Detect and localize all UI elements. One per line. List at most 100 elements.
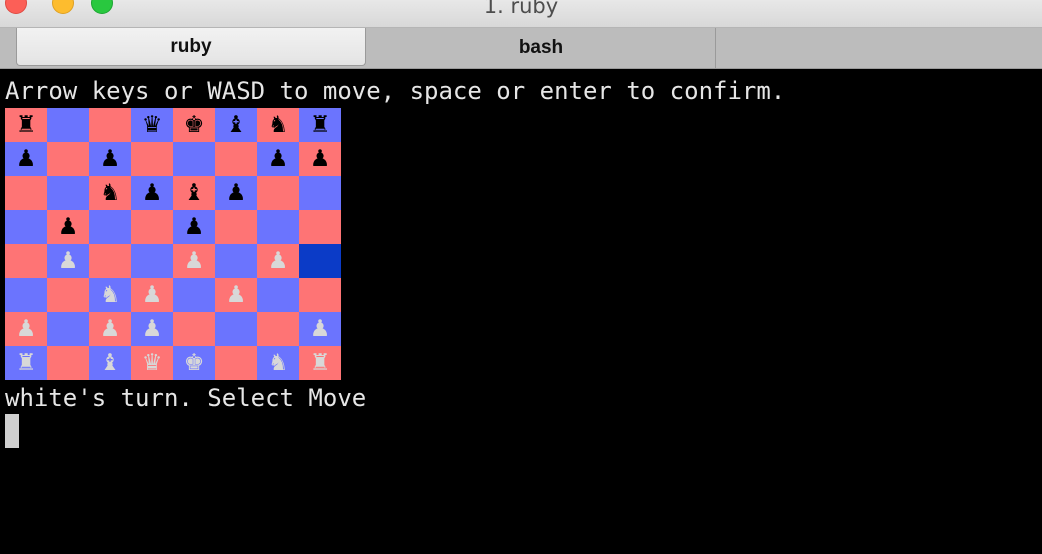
board-square[interactable] [89,210,131,244]
board-square[interactable] [299,176,341,210]
board-square[interactable] [215,142,257,176]
white-king-icon: ♚ [183,350,205,376]
board-square[interactable] [215,312,257,346]
board-square[interactable]: ♟ [131,312,173,346]
board-square[interactable]: ♟ [5,312,47,346]
white-knight-icon: ♞ [267,350,289,376]
board-square[interactable] [5,278,47,312]
board-square[interactable] [47,142,89,176]
board-square[interactable]: ♟ [299,312,341,346]
board-square[interactable] [173,142,215,176]
board-square[interactable]: ♝ [215,108,257,142]
black-bishop-icon: ♝ [225,112,247,138]
board-square[interactable]: ♟ [299,142,341,176]
board-square[interactable] [299,278,341,312]
black-king-icon: ♚ [183,112,205,138]
board-square[interactable] [47,312,89,346]
board-square[interactable] [257,210,299,244]
tab-bar-empty-area [716,28,1042,68]
board-square[interactable]: ♟ [89,312,131,346]
board-square[interactable] [173,278,215,312]
white-pawn-icon: ♟ [183,248,205,274]
black-pawn-icon: ♟ [57,214,79,240]
tab-ruby[interactable]: ruby [16,28,366,66]
window-title: 1. ruby [483,0,559,18]
board-square[interactable] [5,244,47,278]
board-square[interactable] [257,278,299,312]
board-square[interactable]: ♟ [173,244,215,278]
board-square[interactable] [299,244,341,278]
white-pawn-icon: ♟ [309,316,331,342]
white-pawn-icon: ♟ [141,316,163,342]
white-knight-icon: ♞ [99,282,121,308]
black-pawn-icon: ♟ [183,214,205,240]
terminal-cursor [5,414,19,448]
black-rook-icon: ♜ [309,112,331,138]
board-square[interactable] [47,176,89,210]
board-square[interactable] [47,346,89,380]
white-pawn-icon: ♟ [99,316,121,342]
terminal-area[interactable]: Arrow keys or WASD to move, space or ent… [0,69,1042,554]
board-square[interactable] [47,278,89,312]
black-pawn-icon: ♟ [99,146,121,172]
board-square[interactable]: ♛ [131,346,173,380]
board-square[interactable] [89,108,131,142]
board-square[interactable]: ♟ [131,278,173,312]
board-square[interactable]: ♝ [173,176,215,210]
tab-bar: ruby bash [0,28,1042,69]
title-bar: 1. ruby [0,0,1042,28]
board-square[interactable]: ♟ [215,176,257,210]
board-square[interactable] [131,142,173,176]
board-square[interactable]: ♟ [5,142,47,176]
board-square[interactable]: ♜ [5,346,47,380]
board-square[interactable]: ♚ [173,108,215,142]
board-square[interactable] [215,210,257,244]
board-square[interactable]: ♟ [257,142,299,176]
board-square[interactable] [131,244,173,278]
board-square[interactable] [215,244,257,278]
chess-board[interactable]: ♜ ♛ ♚ ♝ ♞ ♜ ♟ ♟ ♟ ♟ ♞ ♟ ♝ ♟ ♟ ♟ ♟ ♟ ♟ ♞ ♟ ♟ ♟ ♟ ♟ ♟ ♜ ♝ ♛ ♚ ♞ ♜ [5,108,341,380]
white-pawn-icon: ♟ [225,282,247,308]
board-square[interactable] [5,210,47,244]
board-square[interactable]: ♜ [299,346,341,380]
board-square[interactable] [173,312,215,346]
board-square[interactable] [47,108,89,142]
black-queen-icon: ♛ [141,112,163,138]
board-square[interactable] [131,210,173,244]
board-square[interactable] [89,244,131,278]
white-pawn-icon: ♟ [267,248,289,274]
board-square[interactable]: ♟ [131,176,173,210]
board-square[interactable] [215,346,257,380]
board-square[interactable]: ♞ [89,278,131,312]
white-pawn-icon: ♟ [57,248,79,274]
board-square[interactable]: ♜ [299,108,341,142]
board-square[interactable]: ♚ [173,346,215,380]
board-square[interactable]: ♟ [173,210,215,244]
white-queen-icon: ♛ [141,350,163,376]
board-square[interactable]: ♛ [131,108,173,142]
black-pawn-icon: ♟ [141,180,163,206]
black-rook-icon: ♜ [15,112,37,138]
board-square[interactable]: ♟ [47,210,89,244]
board-square[interactable] [257,312,299,346]
board-square[interactable]: ♞ [257,108,299,142]
board-square[interactable] [299,210,341,244]
board-square[interactable]: ♜ [5,108,47,142]
board-square[interactable]: ♝ [89,346,131,380]
black-knight-icon: ♞ [267,112,289,138]
board-square[interactable]: ♟ [215,278,257,312]
board-square[interactable] [5,176,47,210]
white-rook-icon: ♜ [15,350,37,376]
board-square[interactable]: ♞ [89,176,131,210]
board-square[interactable]: ♟ [257,244,299,278]
tab-bash[interactable]: bash [367,28,716,68]
board-square[interactable]: ♞ [257,346,299,380]
black-pawn-icon: ♟ [267,146,289,172]
black-pawn-icon: ♟ [225,180,247,206]
board-square[interactable] [257,176,299,210]
board-square[interactable]: ♟ [89,142,131,176]
black-bishop-icon: ♝ [183,180,205,206]
instruction-text: Arrow keys or WASD to move, space or ent… [5,77,786,105]
turn-status-text: white's turn. Select Move [5,384,367,412]
board-square[interactable]: ♟ [47,244,89,278]
